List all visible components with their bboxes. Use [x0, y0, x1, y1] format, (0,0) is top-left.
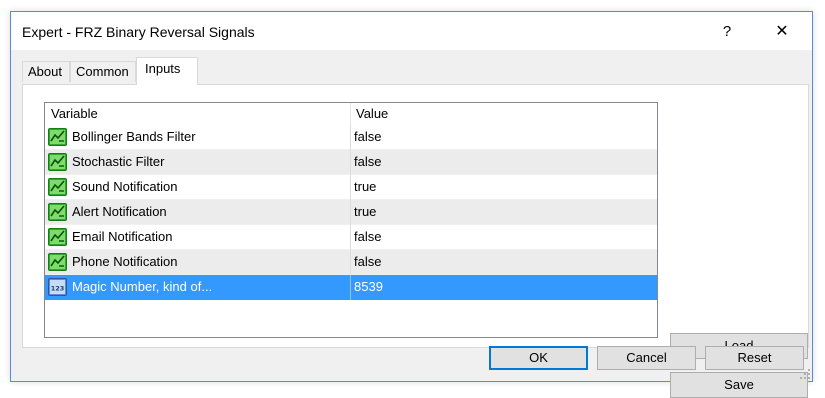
close-button[interactable]: ✕: [759, 12, 805, 50]
expert-dialog: Expert - FRZ Binary Reversal Signals ? ✕…: [10, 11, 813, 398]
boolean-param-icon: [48, 178, 67, 196]
column-divider[interactable]: [350, 103, 351, 125]
reset-button[interactable]: Reset: [705, 346, 804, 370]
value-cell[interactable]: 8539: [354, 275, 383, 299]
ok-button[interactable]: OK: [489, 346, 588, 370]
cell-divider: [350, 275, 351, 300]
value-cell[interactable]: false: [354, 150, 381, 174]
boolean-param-icon: [48, 128, 67, 146]
value-cell[interactable]: true: [354, 175, 376, 199]
integer-param-icon: 123: [48, 278, 67, 296]
window-title: Expert - FRZ Binary Reversal Signals: [22, 24, 255, 40]
resize-grip-icon[interactable]: [800, 369, 810, 379]
cell-divider: [350, 125, 351, 150]
boolean-param-icon: [48, 203, 67, 221]
cell-divider: [350, 150, 351, 175]
inputs-table[interactable]: Variable Value Bollinger Bands Filter fal…: [44, 102, 658, 338]
variable-name-cell: Sound Notification: [72, 179, 178, 194]
cell-divider: [350, 250, 351, 275]
table-row[interactable]: Bollinger Bands Filter false: [45, 125, 657, 150]
variable-name-cell: Stochastic Filter: [72, 154, 165, 169]
table-header: Variable Value: [45, 103, 657, 125]
help-button[interactable]: ?: [704, 12, 750, 50]
variable-name-cell: Bollinger Bands Filter: [72, 129, 196, 144]
column-header-variable[interactable]: Variable: [51, 103, 98, 125]
boolean-param-icon: [48, 228, 67, 246]
save-button[interactable]: Save: [670, 372, 808, 398]
variable-name-cell: Alert Notification: [72, 204, 167, 219]
tab-about[interactable]: About: [22, 61, 70, 82]
inputs-panel: Variable Value Bollinger Bands Filter fal…: [22, 84, 809, 398]
cancel-button[interactable]: Cancel: [597, 346, 696, 370]
table-row[interactable]: Stochastic Filter false: [45, 150, 657, 175]
cell-divider: [350, 175, 351, 200]
tab-inputs[interactable]: Inputs: [136, 57, 198, 85]
variable-name-cell: Magic Number, kind of...: [72, 279, 213, 294]
variable-name-cell: Phone Notification: [72, 254, 178, 269]
column-header-value[interactable]: Value: [356, 103, 388, 125]
value-cell[interactable]: false: [354, 250, 381, 274]
table-row[interactable]: Phone Notification false: [45, 250, 657, 275]
table-row[interactable]: Sound Notification true: [45, 175, 657, 200]
variable-name-cell: Email Notification: [72, 229, 173, 244]
cell-divider: [350, 200, 351, 225]
tab-common[interactable]: Common: [70, 61, 136, 82]
value-cell[interactable]: false: [354, 125, 381, 149]
value-cell[interactable]: true: [354, 200, 376, 224]
table-row[interactable]: Alert Notification true: [45, 200, 657, 225]
title-bar: Expert - FRZ Binary Reversal Signals ? ✕: [11, 12, 812, 50]
boolean-param-icon: [48, 253, 67, 271]
table-row[interactable]: 123 Magic Number, kind of... 8539: [45, 275, 657, 300]
svg-text:123: 123: [51, 285, 65, 293]
table-row[interactable]: Email Notification false: [45, 225, 657, 250]
boolean-param-icon: [48, 153, 67, 171]
cell-divider: [350, 225, 351, 250]
value-cell[interactable]: false: [354, 225, 381, 249]
